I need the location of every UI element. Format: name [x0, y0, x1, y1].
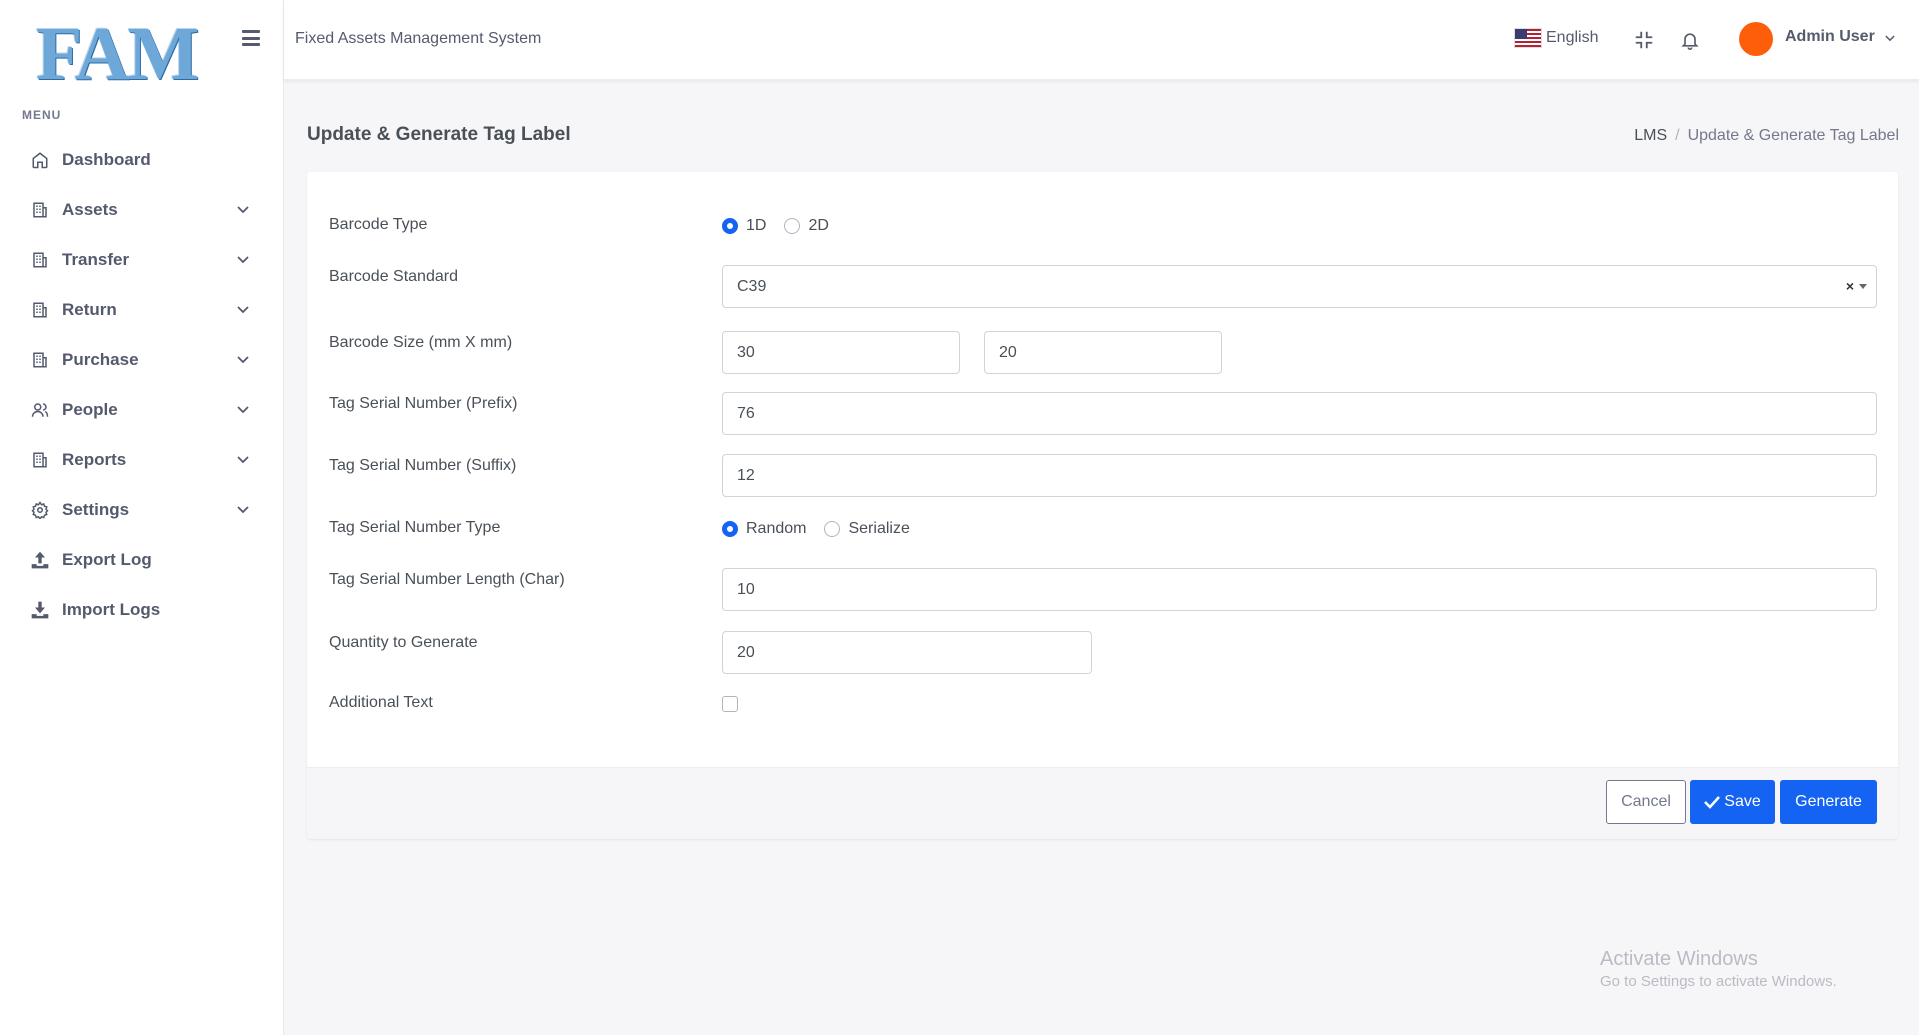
sidebar-item-label: Settings	[62, 500, 130, 519]
tag-type-label: Tag Serial Number Type	[329, 519, 501, 536]
logo[interactable]: FAM	[36, 12, 206, 96]
sidebar-item-return[interactable]: Return	[0, 285, 284, 335]
chevron-down-icon	[236, 203, 250, 217]
language-label: English	[1546, 29, 1599, 46]
building-icon	[30, 300, 50, 320]
sidebar-item-label: Import Logs	[62, 600, 161, 619]
tag-type-random-label[interactable]: Random	[746, 520, 806, 538]
building-icon	[30, 200, 50, 220]
barcode-type-1d-label[interactable]: 1D	[746, 217, 766, 235]
building-icon	[30, 250, 50, 270]
chevron-down-icon	[236, 403, 250, 417]
barcode-size-label: Barcode Size (mm X mm)	[329, 334, 513, 351]
sidebar-item-label: Transfer	[62, 250, 130, 269]
tag-length-input[interactable]	[722, 568, 1877, 611]
chevron-down-icon	[236, 303, 250, 317]
page-title: Update & Generate Tag Label	[307, 124, 571, 145]
tag-type-radio-group: Random Serialize	[722, 520, 928, 538]
sidebar-item-label: Dashboard	[62, 150, 151, 169]
menu-title: MENU	[22, 108, 62, 122]
tag-prefix-input[interactable]	[722, 392, 1877, 435]
us-flag-icon	[1514, 28, 1542, 48]
quantity-input[interactable]	[722, 631, 1092, 674]
sidebar-item-label: Assets	[62, 200, 118, 219]
barcode-type-2d-radio[interactable]	[784, 218, 801, 234]
tag-type-random-radio[interactable]	[722, 521, 738, 537]
barcode-type-1d-radio[interactable]	[722, 218, 738, 234]
building-icon	[30, 450, 50, 470]
tag-length-label: Tag Serial Number Length (Char)	[329, 571, 565, 588]
sidebar-item-label: Export Log	[62, 550, 152, 569]
sidebar-item-label: Purchase	[62, 350, 139, 369]
chevron-down-icon	[236, 353, 250, 367]
fullscreen-exit-icon[interactable]	[1632, 28, 1656, 52]
barcode-standard-label: Barcode Standard	[329, 268, 458, 285]
chevron-down-icon	[236, 453, 250, 467]
breadcrumb-separator: /	[1675, 127, 1680, 144]
additional-text-checkbox[interactable]	[722, 696, 738, 712]
users-icon	[30, 400, 50, 420]
barcode-type-radio-group: 1D 2D	[722, 217, 847, 235]
quantity-label: Quantity to Generate	[329, 634, 478, 651]
breadcrumb-item-lms[interactable]: LMS	[1634, 127, 1667, 145]
sidebar: FAM MENU Dashboard Assets Transfer Retur…	[0, 0, 284, 1035]
sidebar-item-reports[interactable]: Reports	[0, 435, 284, 485]
sidebar-item-export-log[interactable]: Export Log	[0, 535, 284, 585]
sidebar-item-people[interactable]: People	[0, 385, 284, 435]
save-button-label: Save	[1724, 793, 1761, 810]
gear-icon	[30, 500, 50, 520]
barcode-type-2d-label[interactable]: 2D	[808, 217, 828, 235]
tag-type-serialize-label[interactable]: Serialize	[848, 520, 909, 538]
sidebar-item-dashboard[interactable]: Dashboard	[0, 135, 284, 185]
logo-text: FAM	[36, 12, 199, 96]
top-header: Fixed Assets Management System English A…	[242, 0, 1919, 80]
menu-toggle-icon[interactable]	[240, 28, 262, 48]
chevron-down-icon[interactable]	[1884, 33, 1896, 43]
tag-suffix-input[interactable]	[722, 454, 1877, 497]
additional-text-label: Additional Text	[329, 694, 433, 711]
barcode-standard-select[interactable]: C39 ×	[722, 265, 1877, 308]
check-icon	[1704, 795, 1721, 809]
cancel-button[interactable]: Cancel	[1606, 780, 1686, 824]
sidebar-nav: Dashboard Assets Transfer Return Purchas…	[0, 135, 284, 635]
sidebar-item-import-logs[interactable]: Import Logs	[0, 585, 284, 635]
sidebar-item-settings[interactable]: Settings	[0, 485, 284, 535]
bell-icon[interactable]	[1678, 28, 1702, 52]
breadcrumb-item-current: Update & Generate Tag Label	[1687, 127, 1899, 144]
sidebar-item-purchase[interactable]: Purchase	[0, 335, 284, 385]
barcode-standard-value: C39	[737, 277, 767, 295]
sidebar-item-label: People	[62, 400, 118, 419]
chevron-down-icon	[236, 503, 250, 517]
save-button[interactable]: Save	[1690, 780, 1775, 824]
chevron-down-icon	[236, 253, 250, 267]
barcode-type-label: Barcode Type	[329, 216, 428, 233]
sidebar-item-label: Return	[62, 300, 117, 319]
generate-button[interactable]: Generate	[1780, 780, 1877, 824]
sidebar-item-transfer[interactable]: Transfer	[0, 235, 284, 285]
tag-prefix-label: Tag Serial Number (Prefix)	[329, 395, 518, 412]
user-name[interactable]: Admin User	[1785, 28, 1875, 46]
tag-label-form-card: Barcode Type 1D 2D Barcode Standard C39 …	[307, 172, 1898, 839]
sidebar-item-label: Reports	[62, 450, 127, 469]
sidebar-item-assets[interactable]: Assets	[0, 185, 284, 235]
building-icon	[30, 350, 50, 370]
barcode-height-input[interactable]	[984, 331, 1222, 374]
clear-icon[interactable]: ×	[1846, 278, 1854, 294]
app-title: Fixed Assets Management System	[295, 30, 542, 47]
tag-suffix-label: Tag Serial Number (Suffix)	[329, 457, 517, 474]
download-icon	[30, 600, 50, 620]
breadcrumb: LMS / Update & Generate Tag Label	[1634, 127, 1899, 145]
avatar[interactable]	[1739, 22, 1773, 56]
activate-windows-title: Activate Windows	[1600, 948, 1758, 970]
language-selector[interactable]: English	[1514, 28, 1598, 48]
barcode-width-input[interactable]	[722, 331, 960, 374]
tag-type-serialize-radio[interactable]	[824, 521, 841, 537]
dropdown-arrow-icon[interactable]	[1859, 284, 1867, 289]
upload-icon	[30, 550, 50, 570]
activate-windows-subtitle: Go to Settings to activate Windows.	[1600, 973, 1837, 990]
home-icon	[30, 150, 50, 170]
